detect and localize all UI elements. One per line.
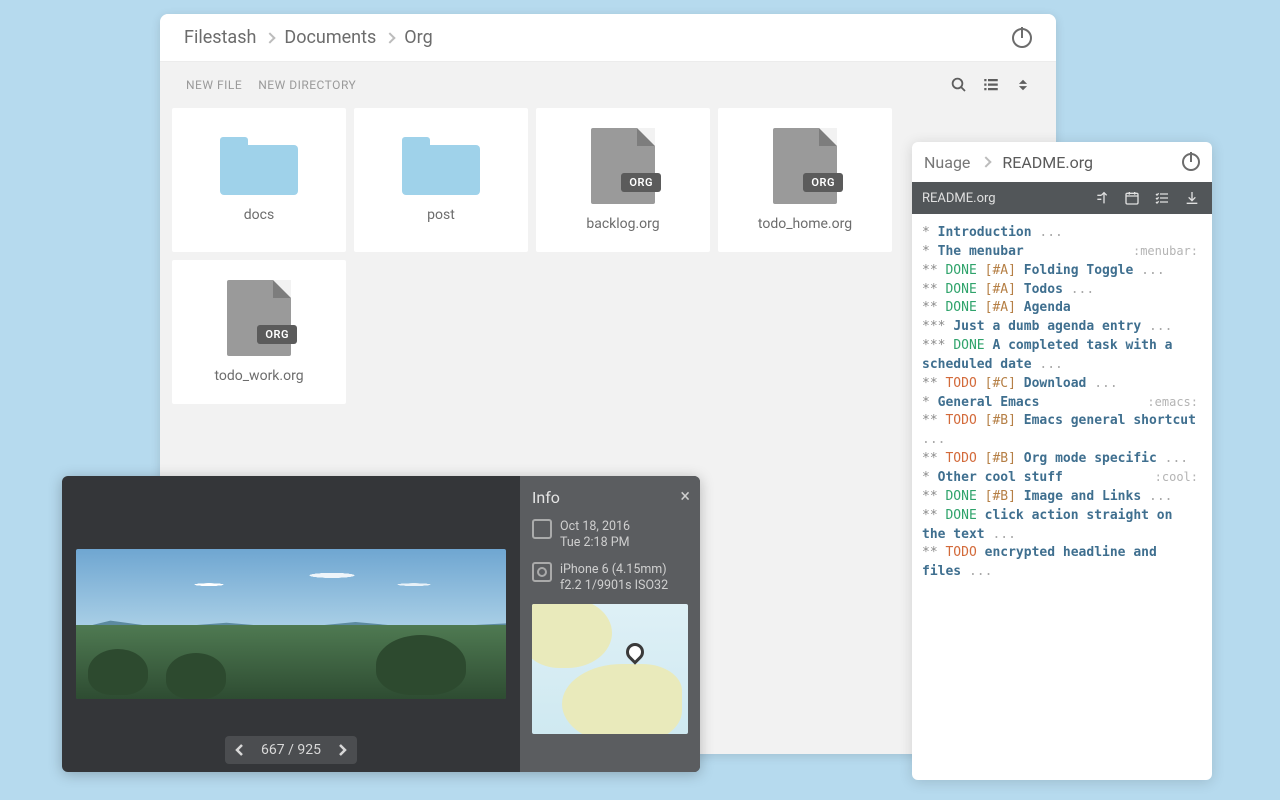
org-headline[interactable]: *** DONE A completed task with a schedul…: [922, 337, 1202, 375]
pager-text: 667 / 925: [255, 736, 327, 764]
file-tile[interactable]: ORG todo_work.org: [172, 260, 346, 404]
camera-icon: [532, 562, 552, 582]
file-manager-header: Filestash Documents Org: [160, 14, 1056, 62]
breadcrumb-segment[interactable]: Org: [404, 27, 432, 48]
org-headline[interactable]: * Introduction ...: [922, 224, 1202, 243]
breadcrumb-segment[interactable]: Filestash: [184, 27, 256, 48]
info-title: Info: [532, 488, 688, 507]
breadcrumb-segment[interactable]: Documents: [284, 27, 376, 48]
editor-filename: README.org: [922, 191, 1082, 206]
checklist-icon[interactable]: [1152, 188, 1172, 208]
chevron-right-icon: [385, 32, 396, 43]
editor-content[interactable]: * Introduction ...* The menubar:menubar:…: [912, 214, 1212, 592]
new-directory-button[interactable]: NEW DIRECTORY: [250, 70, 364, 100]
org-headline[interactable]: ** DONE [#A] Folding Toggle ...: [922, 262, 1202, 281]
org-headline[interactable]: * General Emacs:emacs:: [922, 394, 1202, 413]
photo-image[interactable]: [76, 549, 506, 699]
folder-tile[interactable]: docs: [172, 108, 346, 252]
org-headline[interactable]: ** TODO [#C] Download ...: [922, 375, 1202, 394]
map-pin-icon: [626, 643, 644, 661]
photo-map[interactable]: [532, 604, 688, 734]
tile-label: docs: [244, 207, 274, 223]
chevron-right-icon: [265, 32, 276, 43]
org-headline[interactable]: ** TODO encrypted headline and files ...: [922, 544, 1202, 582]
photo-camera: iPhone 6 (4.15mm) f2.2 1/9901s ISO32: [560, 562, 668, 595]
tile-label: todo_work.org: [214, 368, 303, 384]
photo-pager: 667 / 925: [225, 736, 357, 764]
org-headline[interactable]: ** TODO [#B] Org mode specific ...: [922, 450, 1202, 469]
chevron-right-icon: [981, 156, 992, 167]
photo-viewer-window: 667 / 925 Info × Oct 18, 2016 Tue 2:18 P…: [62, 476, 700, 772]
file-tile[interactable]: ORG backlog.org: [536, 108, 710, 252]
tile-label: todo_home.org: [758, 216, 852, 232]
org-headline[interactable]: ** DONE [#A] Agenda: [922, 299, 1202, 318]
file-icon: ORG: [227, 280, 291, 356]
calendar-icon: [532, 519, 552, 539]
tile-label: post: [427, 207, 455, 223]
folder-icon: [220, 137, 298, 195]
org-headline[interactable]: ** DONE [#A] Todos ...: [922, 281, 1202, 300]
prev-button[interactable]: [225, 738, 255, 762]
power-icon[interactable]: [1012, 28, 1032, 48]
org-headline[interactable]: ** DONE [#B] Image and Links ...: [922, 488, 1202, 507]
download-icon[interactable]: [1182, 188, 1202, 208]
org-headline[interactable]: *** Just a dumb agenda entry ...: [922, 318, 1202, 337]
next-button[interactable]: [327, 738, 357, 762]
breadcrumb-segment[interactable]: Nuage: [924, 153, 970, 172]
editor-header: Nuage README.org: [912, 142, 1212, 182]
breadcrumb: Filestash Documents Org: [184, 27, 433, 48]
photo-info-panel: Info × Oct 18, 2016 Tue 2:18 PM iPhone 6…: [520, 476, 700, 772]
close-icon[interactable]: ×: [680, 486, 690, 507]
org-headline[interactable]: * Other cool stuff:cool:: [922, 469, 1202, 488]
list-view-icon[interactable]: [982, 76, 1000, 94]
power-icon[interactable]: [1182, 153, 1200, 171]
org-headline[interactable]: * The menubar:menubar:: [922, 243, 1202, 262]
file-icon: ORG: [773, 128, 837, 204]
new-file-button[interactable]: NEW FILE: [178, 70, 250, 100]
file-tile[interactable]: ORG todo_home.org: [718, 108, 892, 252]
breadcrumb-segment[interactable]: README.org: [1002, 153, 1093, 172]
org-headline[interactable]: ** TODO [#B] Emacs general shortcut ...: [922, 412, 1202, 450]
sort-asc-icon[interactable]: [1092, 188, 1112, 208]
photo-date: Oct 18, 2016 Tue 2:18 PM: [560, 519, 630, 552]
calendar-icon[interactable]: [1122, 188, 1142, 208]
file-manager-toolbar: NEW FILE NEW DIRECTORY: [160, 62, 1056, 108]
folder-tile[interactable]: post: [354, 108, 528, 252]
folder-icon: [402, 137, 480, 195]
editor-window: Nuage README.org README.org * Introducti…: [912, 142, 1212, 780]
tile-label: backlog.org: [586, 216, 659, 232]
photo-main-area: 667 / 925: [62, 476, 520, 772]
file-icon: ORG: [591, 128, 655, 204]
sort-icon[interactable]: [1014, 76, 1032, 94]
search-icon[interactable]: [950, 76, 968, 94]
editor-toolbar: README.org: [912, 182, 1212, 214]
org-headline[interactable]: ** DONE click action straight on the tex…: [922, 507, 1202, 545]
